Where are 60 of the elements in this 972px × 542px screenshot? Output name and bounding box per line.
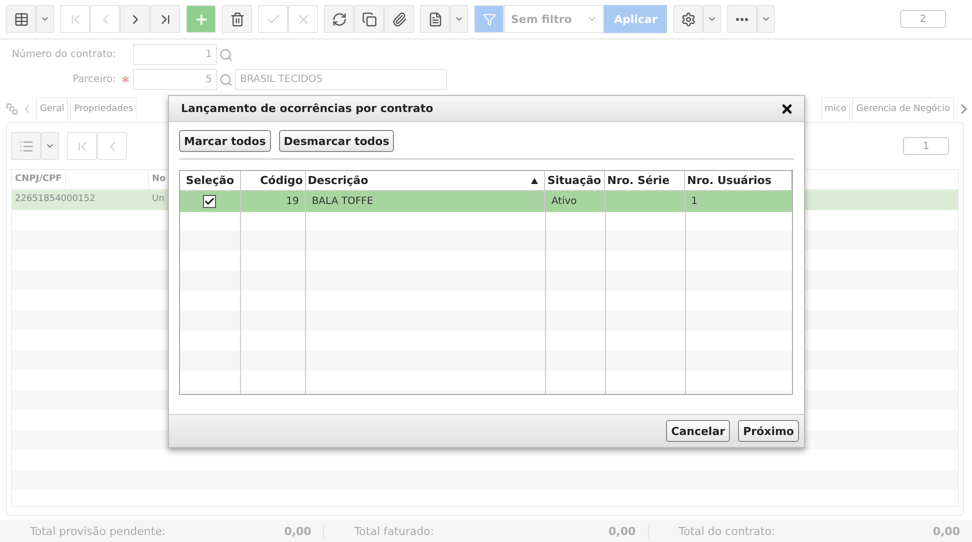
last-record-button[interactable] (150, 5, 180, 33)
plus-icon (194, 12, 208, 26)
copy-icon (362, 12, 376, 26)
total-label: Total faturado: (354, 524, 434, 538)
settings-icon (680, 12, 696, 26)
first-record-button[interactable] (67, 132, 97, 160)
refresh-button[interactable] (324, 5, 354, 33)
more-icon (736, 18, 748, 20)
total-value: 0,00 (608, 524, 636, 538)
filter-icon (482, 12, 496, 26)
checkbox[interactable] (203, 195, 216, 208)
action-button[interactable]: Desmarcar todos (278, 130, 394, 152)
table-cell: 19 (240, 191, 306, 212)
duplicate-button[interactable] (354, 5, 384, 33)
record-count: 2 (900, 10, 946, 28)
more-button[interactable] (727, 5, 758, 33)
cancel-button[interactable]: Cancelar (666, 420, 730, 442)
search-icon[interactable] (219, 48, 233, 62)
settings-button[interactable] (673, 5, 704, 33)
document-icon (428, 12, 442, 26)
column-header[interactable]: Nro. Usuários (685, 171, 792, 190)
report-button[interactable] (420, 5, 450, 33)
trash-icon (230, 12, 244, 26)
search-icon[interactable] (219, 72, 233, 86)
dialog-title: Lançamento de ocorrências por contrato (181, 102, 434, 115)
table-cell-text: Un (151, 193, 166, 206)
windows-icon[interactable] (6, 103, 18, 115)
list-icon (18, 138, 34, 154)
column-header[interactable]: Descrição (306, 171, 546, 190)
field-label: Parceiro: (72, 74, 117, 85)
action-button[interactable]: Marcar todos (179, 130, 271, 152)
refresh-icon (332, 12, 346, 26)
table-cell: Ativo (545, 191, 606, 212)
record-count: 1 (903, 137, 949, 155)
table-cell: BALA TOFFE (306, 191, 546, 212)
column-header[interactable]: Seleção (180, 171, 241, 190)
total-label: Total do contrato: (678, 524, 776, 538)
delete-button[interactable] (222, 5, 252, 33)
table-cell-text: 1 (690, 195, 699, 209)
table-cell-text: 22651854000152 (14, 193, 96, 206)
field-label: Número do contrato: (10, 49, 117, 60)
column-header[interactable]: Situação (545, 171, 606, 190)
close-icon[interactable] (780, 102, 794, 116)
dropdown-button[interactable] (41, 132, 59, 160)
list-view-button[interactable] (11, 132, 41, 160)
grid-view-button[interactable] (6, 5, 36, 33)
table-row[interactable]: 19 BALA TOFFE Ativo 1 (180, 191, 792, 212)
add-button[interactable] (186, 5, 216, 33)
attach-button[interactable] (384, 5, 414, 33)
total-label: Total provisão pendente: (30, 524, 166, 538)
total-value: 0,00 (284, 524, 312, 538)
description-field: BRASIL TECIDOS (235, 69, 447, 90)
total-value: 0,00 (932, 524, 960, 538)
table-icon (14, 12, 28, 26)
next-button[interactable]: Próximo (738, 420, 799, 442)
paperclip-icon (392, 12, 406, 26)
column-header[interactable]: Nro. Série (605, 171, 686, 190)
filter-button[interactable] (474, 5, 504, 33)
column-header[interactable]: Código (240, 171, 306, 190)
previous-button[interactable] (97, 132, 127, 160)
